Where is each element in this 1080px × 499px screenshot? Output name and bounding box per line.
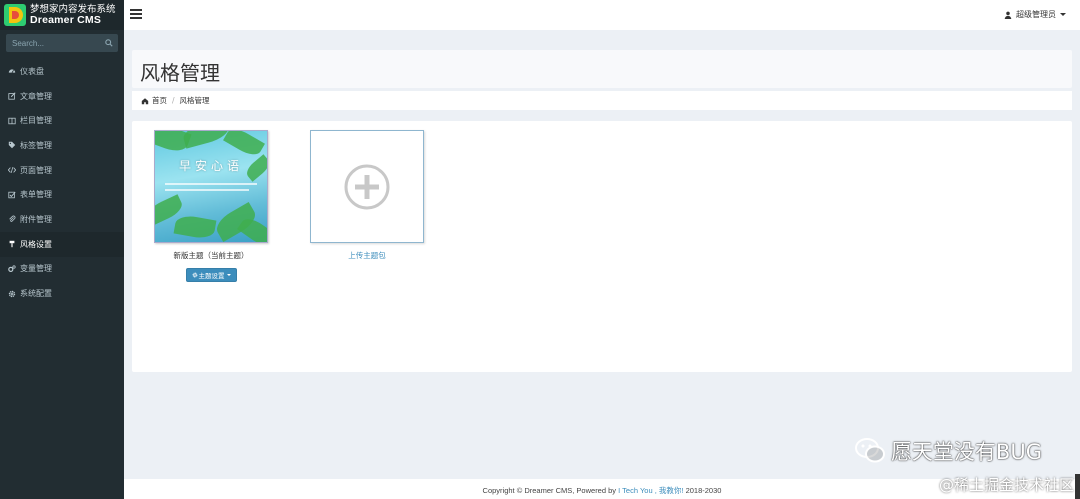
- dashboard-icon: [8, 67, 16, 75]
- sidebar-item-tags[interactable]: 标签管理: [0, 133, 124, 158]
- breadcrumb: 首页 / 风格管理: [132, 91, 1072, 110]
- plus-circle-icon: [344, 164, 390, 209]
- watermark-text: 愿天堂没有BUG: [890, 440, 1042, 464]
- paperclip-icon: [8, 215, 16, 223]
- cogs-icon: [8, 265, 16, 273]
- brand-subtitle: Dreamer CMS: [30, 14, 102, 26]
- theme-name: 新版主题（当前主题）: [173, 251, 249, 260]
- watermark-sub: @稀土掘金技术社区: [938, 476, 1074, 494]
- chevron-down-icon: [226, 274, 231, 276]
- sidebar-item-label: 风格设置: [20, 239, 52, 249]
- upload-theme-box[interactable]: [310, 130, 424, 243]
- tags-icon: [8, 141, 16, 149]
- sidebar-item-label: 附件管理: [20, 214, 52, 224]
- top-header: 超级管理员: [124, 0, 1080, 30]
- sidebar-item-variables[interactable]: 变量管理: [0, 257, 124, 282]
- footer-copyright: Copyright © Dreamer CMS, Powered by: [482, 486, 617, 495]
- home-icon: [141, 97, 149, 104]
- gear-icon: [192, 272, 197, 278]
- theme-thumbnail[interactable]: 早安心语: [154, 130, 268, 243]
- brand[interactable]: 梦想家内容发布系统 Dreamer CMS: [0, 0, 124, 30]
- sidebar-item-label: 仪表盘: [20, 66, 44, 76]
- watermark: 愿天堂没有BUG: [854, 436, 1042, 466]
- sidebar: 梦想家内容发布系统 Dreamer CMS 仪表盘 文章管理 栏目管理 标签管理…: [0, 0, 124, 499]
- theme-settings-label: 主题设置: [198, 272, 225, 280]
- footer-years: 2018-2030: [685, 486, 722, 495]
- breadcrumb-separator: /: [172, 96, 175, 105]
- upload-theme-link[interactable]: 上传主题包: [310, 250, 424, 261]
- footer: Copyright © Dreamer CMS, Powered by I Te…: [124, 479, 1080, 499]
- sidebar-item-columns[interactable]: 栏目管理: [0, 108, 124, 133]
- sidebar-item-label: 标签管理: [20, 140, 52, 150]
- chevron-down-icon: [1060, 13, 1066, 16]
- page-title: 风格管理: [140, 61, 220, 85]
- sidebar-item-system[interactable]: 系统配置: [0, 281, 124, 306]
- search-icon[interactable]: [100, 34, 118, 52]
- sidebar-item-attachments[interactable]: 附件管理: [0, 207, 124, 232]
- theme-card-current: 早安心语 新版主题（当前主题） 主题设置: [154, 130, 268, 282]
- breadcrumb-home[interactable]: 首页: [152, 95, 167, 106]
- sidebar-item-label: 系统配置: [20, 289, 52, 299]
- theme-card-upload: 上传主题包: [310, 130, 424, 261]
- breadcrumb-current: 风格管理: [179, 96, 210, 105]
- paint-icon: [8, 240, 16, 248]
- theme-preview-image: 早安心语: [155, 131, 267, 242]
- sidebar-item-label: 变量管理: [20, 264, 52, 274]
- wechat-icon: [854, 438, 885, 463]
- columns-icon: [8, 117, 16, 125]
- sidebar-item-label: 表单管理: [20, 190, 52, 200]
- sidebar-search: [6, 34, 118, 52]
- checkbox-icon: [8, 191, 16, 199]
- user-icon: [1004, 11, 1012, 19]
- sidebar-menu: 仪表盘 文章管理 栏目管理 标签管理 页面管理 表单管理 附件管理 风格设置 变…: [0, 59, 124, 306]
- sidebar-item-label: 栏目管理: [20, 116, 52, 126]
- sidebar-item-articles[interactable]: 文章管理: [0, 84, 124, 109]
- gear-icon: [8, 290, 16, 298]
- edit-icon: [8, 92, 16, 100]
- footer-link[interactable]: I Tech You , 我教你!: [618, 486, 683, 495]
- scrollbar-thumb[interactable]: [1075, 474, 1080, 499]
- sidebar-item-label: 文章管理: [20, 91, 52, 101]
- user-name: 超级管理员: [1016, 10, 1056, 19]
- brand-text: 梦想家内容发布系统 Dreamer CMS: [30, 4, 116, 26]
- themes-box: 早安心语 新版主题（当前主题） 主题设置 上传主题包: [132, 121, 1072, 372]
- search-input[interactable]: [6, 34, 100, 52]
- content-header: 风格管理: [132, 50, 1072, 88]
- sidebar-item-style[interactable]: 风格设置: [0, 231, 124, 257]
- brand-logo: [3, 3, 27, 27]
- theme-settings-button[interactable]: 主题设置: [185, 268, 237, 282]
- code-icon: [8, 166, 16, 174]
- sidebar-toggle-icon[interactable]: [130, 9, 142, 19]
- theme-preview-title: 早安心语: [178, 159, 243, 173]
- user-menu[interactable]: 超级管理员: [1004, 9, 1066, 20]
- sidebar-item-dashboard[interactable]: 仪表盘: [0, 59, 124, 84]
- sidebar-item-forms[interactable]: 表单管理: [0, 182, 124, 207]
- sidebar-item-label: 页面管理: [20, 165, 52, 175]
- sidebar-item-pages[interactable]: 页面管理: [0, 158, 124, 183]
